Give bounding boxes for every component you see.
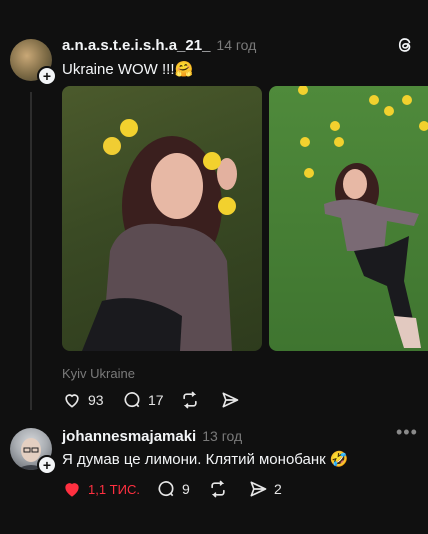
comment-button[interactable]: 17: [122, 390, 164, 410]
thread-line: [30, 92, 32, 410]
reply-username[interactable]: johannesmajamaki: [62, 428, 196, 445]
repost-button[interactable]: [180, 390, 200, 410]
post-username[interactable]: a.n.a.s.t.e.i.s.h.a_21_: [62, 37, 210, 54]
heart-icon: [65, 483, 79, 497]
follow-plus-icon[interactable]: +: [37, 455, 57, 475]
post-photo-1[interactable]: [62, 86, 262, 351]
post-location[interactable]: Kyiv Ukraine: [62, 366, 135, 381]
threads-logo-icon[interactable]: [396, 36, 414, 54]
repost-icon: [183, 391, 197, 409]
like-button[interactable]: 93: [62, 390, 104, 410]
reply-text: Я думав це лимони. Клятий монобанк 🤣: [62, 451, 349, 468]
heart-icon: [65, 394, 79, 408]
reply-share-count: 2: [274, 481, 282, 497]
share-icon: [222, 392, 239, 408]
reply-like-count: 1,1 тис.: [88, 481, 140, 497]
share-icon: [250, 481, 267, 497]
comment-icon: [124, 392, 140, 408]
repost-icon: [211, 480, 225, 498]
follow-plus-icon[interactable]: +: [37, 66, 57, 86]
reply-comment-button[interactable]: 9: [156, 479, 190, 499]
reply-share-button[interactable]: 2: [248, 479, 282, 499]
share-button[interactable]: [220, 390, 240, 410]
reply-repost-button[interactable]: [208, 479, 228, 499]
like-count: 93: [88, 392, 104, 408]
comment-count: 17: [148, 392, 164, 408]
more-icon[interactable]: •••: [396, 422, 418, 443]
post-time: 14 год: [216, 37, 257, 53]
reply-time: 13 год: [202, 428, 243, 444]
post-photo-2[interactable]: [269, 86, 428, 351]
reply-like-button[interactable]: 1,1 тис.: [62, 479, 140, 499]
reply-comment-count: 9: [182, 481, 190, 497]
comment-icon: [158, 481, 174, 497]
post-text: Ukraine WOW !!!🤗: [62, 61, 194, 78]
